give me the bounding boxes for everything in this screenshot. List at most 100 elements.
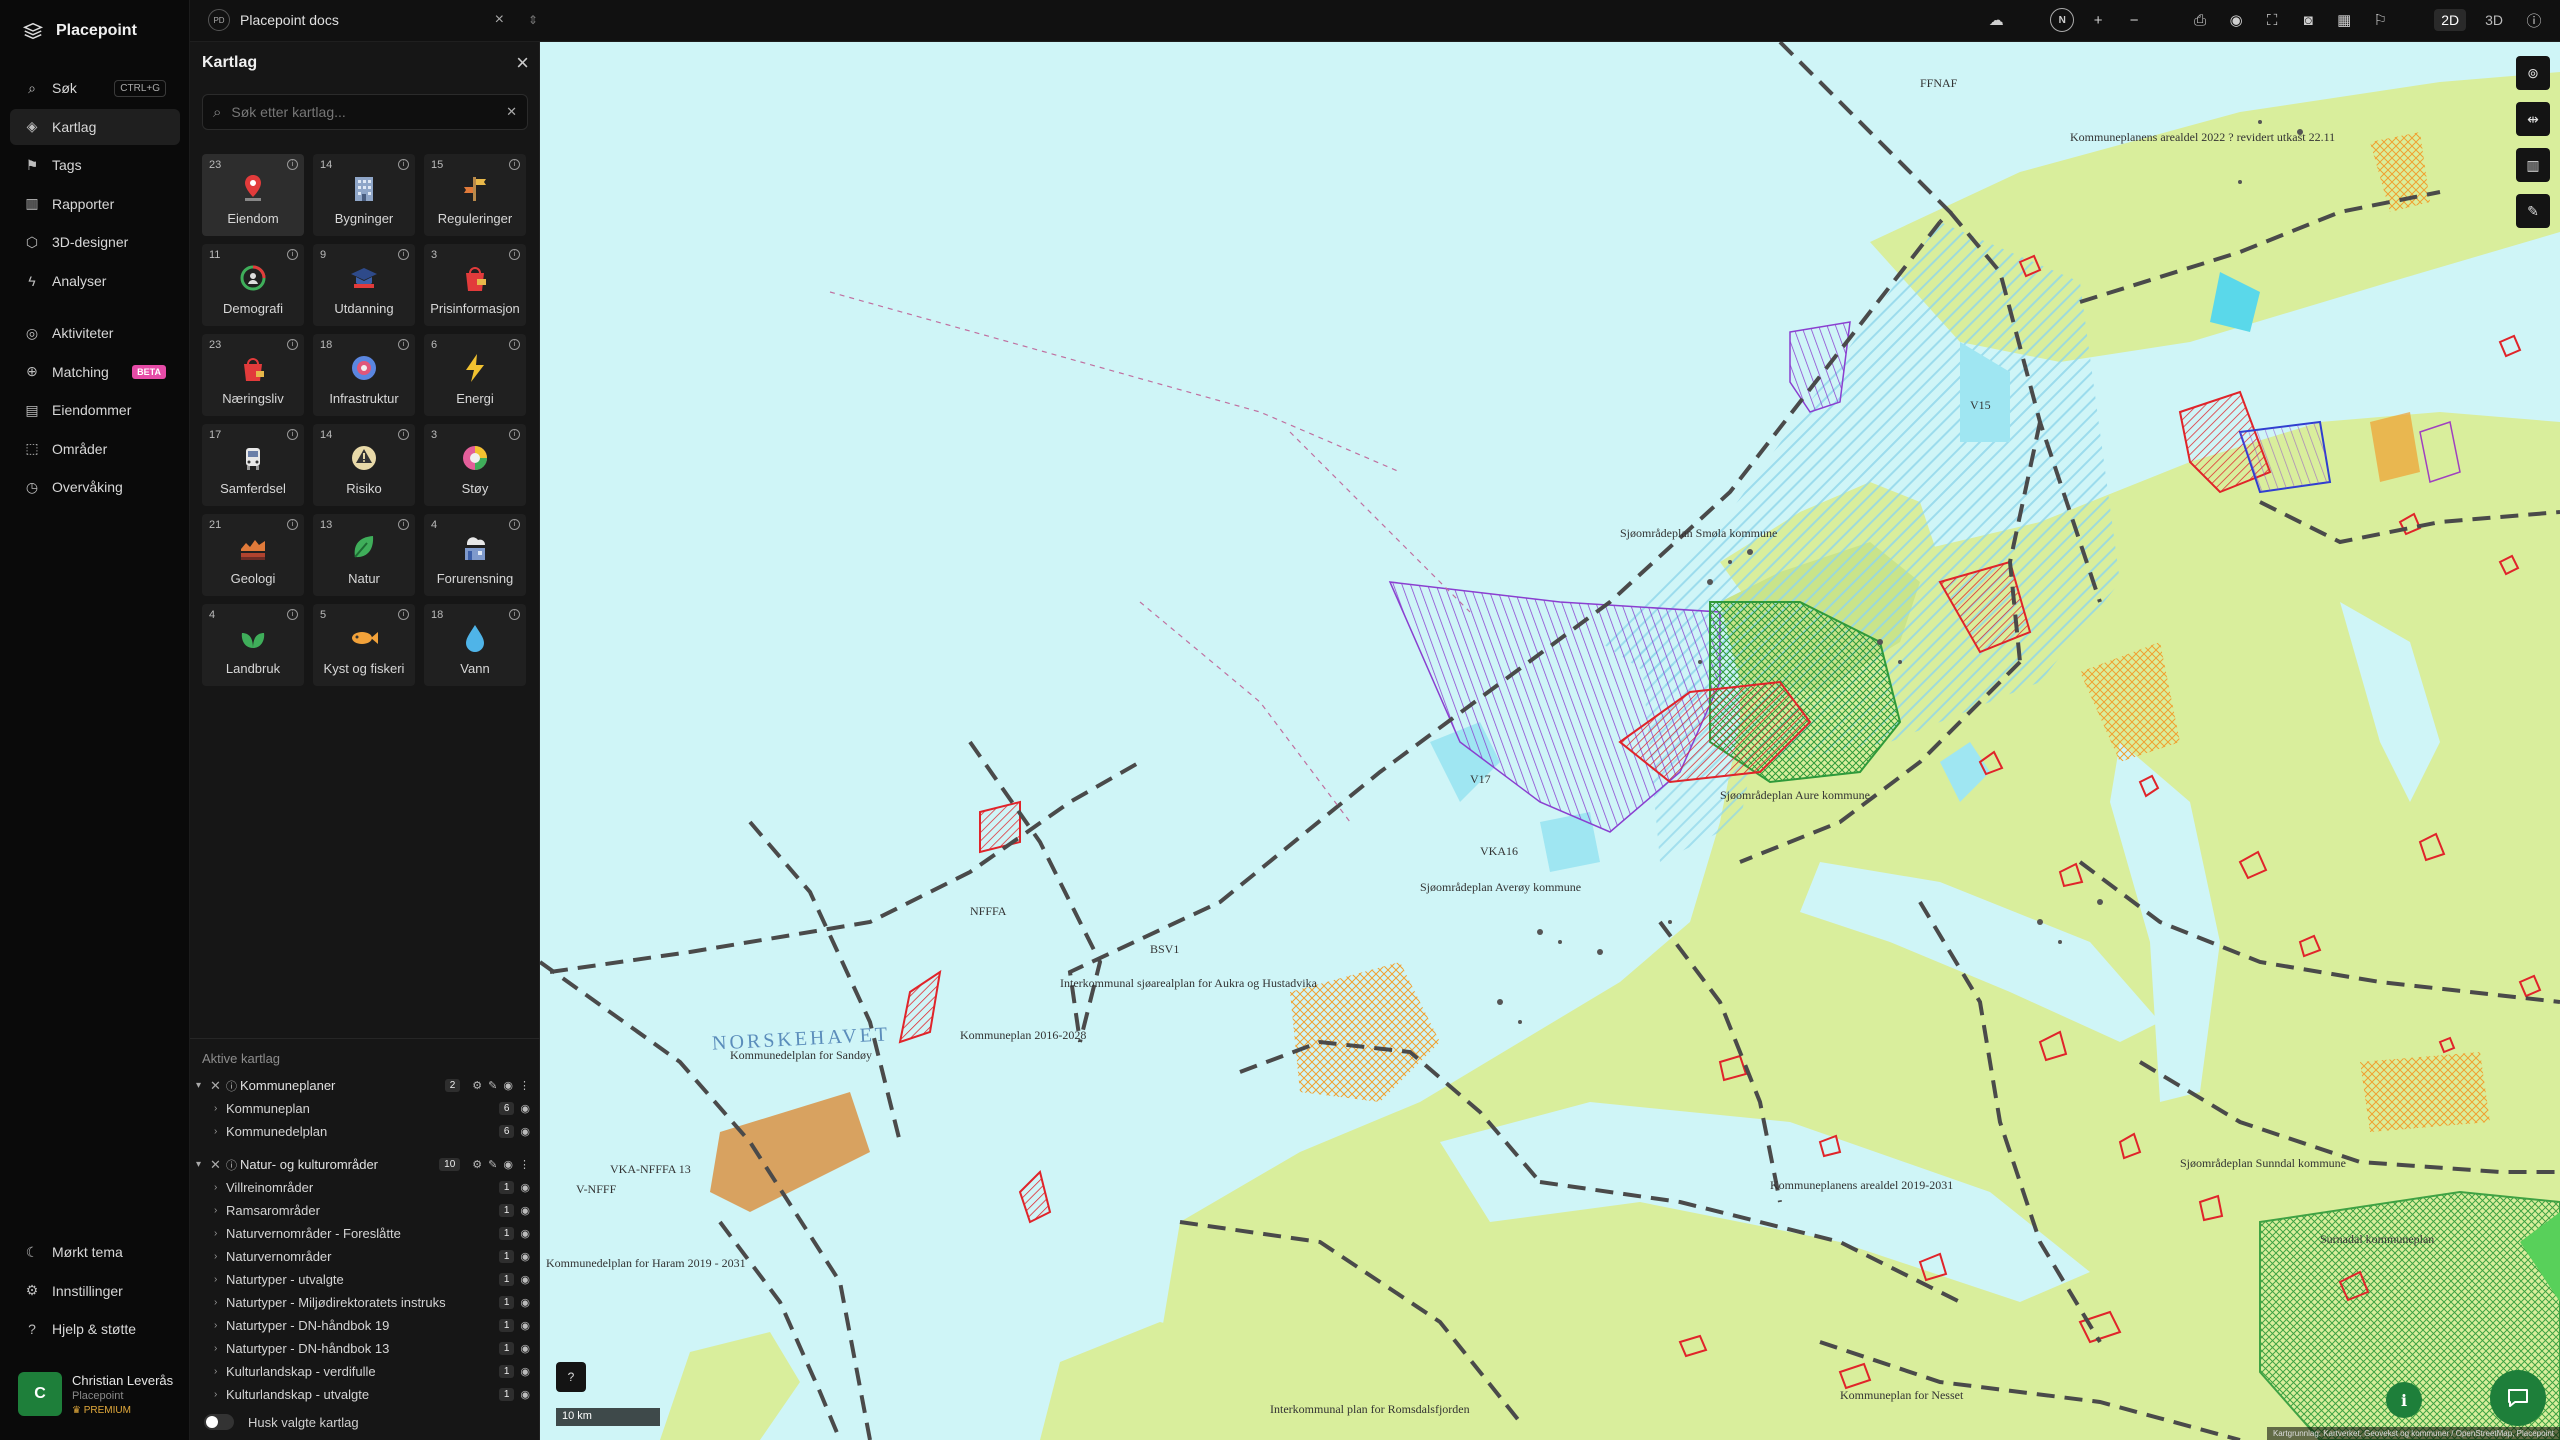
eye-icon[interactable]: ◉ xyxy=(520,1227,530,1240)
chevron-right-icon[interactable]: › xyxy=(214,1228,226,1239)
user-profile[interactable]: C Christian Leverås Placepoint ♛ PREMIUM xyxy=(18,1372,173,1416)
layer-row[interactable]: › Naturtyper - DN-håndbok 13 1 ◉ xyxy=(190,1337,540,1360)
clear-search-icon[interactable]: ✕ xyxy=(506,104,517,120)
info-icon[interactable]: i xyxy=(398,519,409,530)
eye-icon[interactable]: ◉ xyxy=(503,1158,513,1171)
chevron-down-icon[interactable]: ▾ xyxy=(196,1159,210,1170)
nav-item-3d-designer[interactable]: ⬡ 3D-designer xyxy=(10,224,180,260)
layer-group-header[interactable]: ▾ ✕ ⓘ Natur- og kulturområder 10 ⚙ ✎ ◉ ⋮ xyxy=(190,1153,540,1176)
layer-row[interactable]: › Naturtyper - DN-håndbok 19 1 ◉ xyxy=(190,1314,540,1337)
category-tile-samferdsel[interactable]: 17 i Samferdsel xyxy=(202,424,304,506)
info-icon[interactable]: i xyxy=(287,339,298,350)
info-icon[interactable]: i xyxy=(398,429,409,440)
more-icon[interactable]: ⋮ xyxy=(519,1158,530,1171)
more-icon[interactable]: ⋮ xyxy=(519,1079,530,1092)
eye-icon[interactable]: ◉ xyxy=(520,1181,530,1194)
eye-icon[interactable]: ◉ xyxy=(520,1365,530,1378)
eye-icon[interactable]: ◉ xyxy=(520,1273,530,1286)
category-tile-stoy[interactable]: 3 i Støy xyxy=(424,424,526,506)
eye-icon[interactable]: ◉ xyxy=(520,1102,530,1115)
layer-row[interactable]: › Kulturlandskap - utvalgte 1 ◉ xyxy=(190,1383,540,1406)
info-icon[interactable]: i xyxy=(287,609,298,620)
info-icon[interactable]: ⓘ xyxy=(2522,8,2546,32)
layer-group-header[interactable]: ▾ ✕ ⓘ Kommuneplaner 2 ⚙ ✎ ◉ ⋮ xyxy=(190,1074,540,1097)
document-selector[interactable]: PD Placepoint docs × ⇕ xyxy=(208,9,538,31)
category-tile-utdanning[interactable]: 9 i Utdanning xyxy=(313,244,415,326)
eye-icon[interactable]: ◉ xyxy=(520,1125,530,1138)
info-icon[interactable]: i xyxy=(398,159,409,170)
chevron-right-icon[interactable]: › xyxy=(214,1343,226,1354)
eye-icon[interactable]: ◉ xyxy=(520,1319,530,1332)
eye-icon[interactable]: ◉ xyxy=(503,1079,513,1092)
layer-row[interactable]: › Naturtyper - Miljødirektoratets instruk… xyxy=(190,1291,540,1314)
remove-group-icon[interactable]: ✕ xyxy=(210,1078,226,1094)
chevron-right-icon[interactable]: › xyxy=(214,1182,226,1193)
statistics-tool-icon[interactable]: ▥ xyxy=(2516,148,2550,182)
nav-item-eiendommer[interactable]: ▤ Eiendommer xyxy=(10,392,180,428)
category-tile-bygninger[interactable]: 14 i Bygninger xyxy=(313,154,415,236)
chevron-right-icon[interactable]: › xyxy=(214,1366,226,1377)
layer-row[interactable]: › Naturtyper - utvalgte 1 ◉ xyxy=(190,1268,540,1291)
category-tile-forurensning[interactable]: 4 i Forurensning xyxy=(424,514,526,596)
help-icon[interactable]: ? xyxy=(556,1362,586,1392)
mode-3d-button[interactable]: 3D xyxy=(2478,9,2510,31)
chevron-right-icon[interactable]: › xyxy=(214,1205,226,1216)
compass-icon[interactable]: N xyxy=(2050,8,2075,32)
group-info-icon[interactable]: ⓘ xyxy=(226,1157,240,1173)
nav-item-tags[interactable]: ⚑ Tags xyxy=(10,147,180,183)
nav-item-dark-theme[interactable]: ☾ Mørkt tema xyxy=(10,1234,180,1270)
fullscreen-icon[interactable]: ⛶ xyxy=(2260,8,2284,32)
map-info-button[interactable]: i xyxy=(2386,1382,2422,1418)
measure-tool-icon[interactable]: ⇹ xyxy=(2516,102,2550,136)
category-tile-kyst-og-fiskeri[interactable]: 5 i Kyst og fiskeri xyxy=(313,604,415,686)
category-tile-geologi[interactable]: 21 i Geologi xyxy=(202,514,304,596)
layer-row[interactable]: › Kommuneplan 6 ◉ xyxy=(190,1097,540,1120)
eye-icon[interactable]: ◉ xyxy=(520,1204,530,1217)
eye-icon[interactable]: ◉ xyxy=(520,1250,530,1263)
info-icon[interactable]: i xyxy=(509,159,520,170)
chevron-right-icon[interactable]: › xyxy=(214,1297,226,1308)
nav-item-aktiviteter[interactable]: ◎ Aktiviteter xyxy=(10,315,180,351)
layer-row[interactable]: › Naturvernområder - Foreslåtte 1 ◉ xyxy=(190,1222,540,1245)
layer-search-input[interactable] xyxy=(231,104,497,120)
nav-item-analyser[interactable]: ϟ Analyser xyxy=(10,263,180,299)
info-icon[interactable]: i xyxy=(398,609,409,620)
edit-icon[interactable]: ✎ xyxy=(488,1079,497,1092)
eye-icon[interactable]: ◉ xyxy=(520,1296,530,1309)
category-tile-infrastruktur[interactable]: 18 i Infrastruktur xyxy=(313,334,415,416)
zoom-out-icon[interactable]: − xyxy=(2122,8,2146,32)
nav-item-kartlag[interactable]: ◈ Kartlag xyxy=(10,108,180,145)
category-tile-vann[interactable]: 18 i Vann xyxy=(424,604,526,686)
nav-item-help[interactable]: ? Hjelp & støtte xyxy=(10,1311,180,1347)
nav-item-search[interactable]: ⌕ Søk CTRL+G xyxy=(10,70,180,106)
print-icon[interactable]: ⎙ xyxy=(2188,8,2212,32)
grid-icon[interactable]: ▦ xyxy=(2332,8,2356,32)
layer-row[interactable]: › Naturvernområder 1 ◉ xyxy=(190,1245,540,1268)
category-tile-natur[interactable]: 13 i Natur xyxy=(313,514,415,596)
camera-icon[interactable]: ◙ xyxy=(2296,8,2320,32)
category-tile-risiko[interactable]: 14 i Risiko xyxy=(313,424,415,506)
draw-tool-icon[interactable]: ✎ xyxy=(2516,194,2550,228)
bookmark-icon[interactable]: ⚐ xyxy=(2368,8,2392,32)
layer-row[interactable]: › Ramsarområder 1 ◉ xyxy=(190,1199,540,1222)
eye-icon[interactable]: ◉ xyxy=(520,1388,530,1401)
layer-row[interactable]: › Kulturlandskap - verdifulle 1 ◉ xyxy=(190,1360,540,1383)
info-icon[interactable]: i xyxy=(509,519,520,530)
nav-item-rapporter[interactable]: ▥ Rapporter xyxy=(10,186,180,222)
settings-icon[interactable]: ⚙ xyxy=(472,1079,482,1092)
chevron-right-icon[interactable]: › xyxy=(214,1103,226,1114)
info-icon[interactable]: i xyxy=(398,339,409,350)
info-icon[interactable]: i xyxy=(287,159,298,170)
eye-icon[interactable]: ◉ xyxy=(2224,8,2248,32)
layer-row[interactable]: › Kommunedelplan 6 ◉ xyxy=(190,1120,540,1143)
category-tile-eiendom[interactable]: 23 i Eiendom xyxy=(202,154,304,236)
info-icon[interactable]: i xyxy=(287,249,298,260)
info-icon[interactable]: i xyxy=(509,609,520,620)
chevron-updown-icon[interactable]: ⇕ xyxy=(528,13,538,27)
mode-2d-button[interactable]: 2D xyxy=(2434,9,2467,31)
remember-layers-toggle[interactable] xyxy=(204,1414,234,1430)
zoom-in-icon[interactable]: + xyxy=(2086,8,2110,32)
cloud-lock-icon[interactable]: ☁ xyxy=(1984,8,2008,32)
settings-icon[interactable]: ⚙ xyxy=(472,1158,482,1171)
category-tile-demografi[interactable]: 11 i Demografi xyxy=(202,244,304,326)
